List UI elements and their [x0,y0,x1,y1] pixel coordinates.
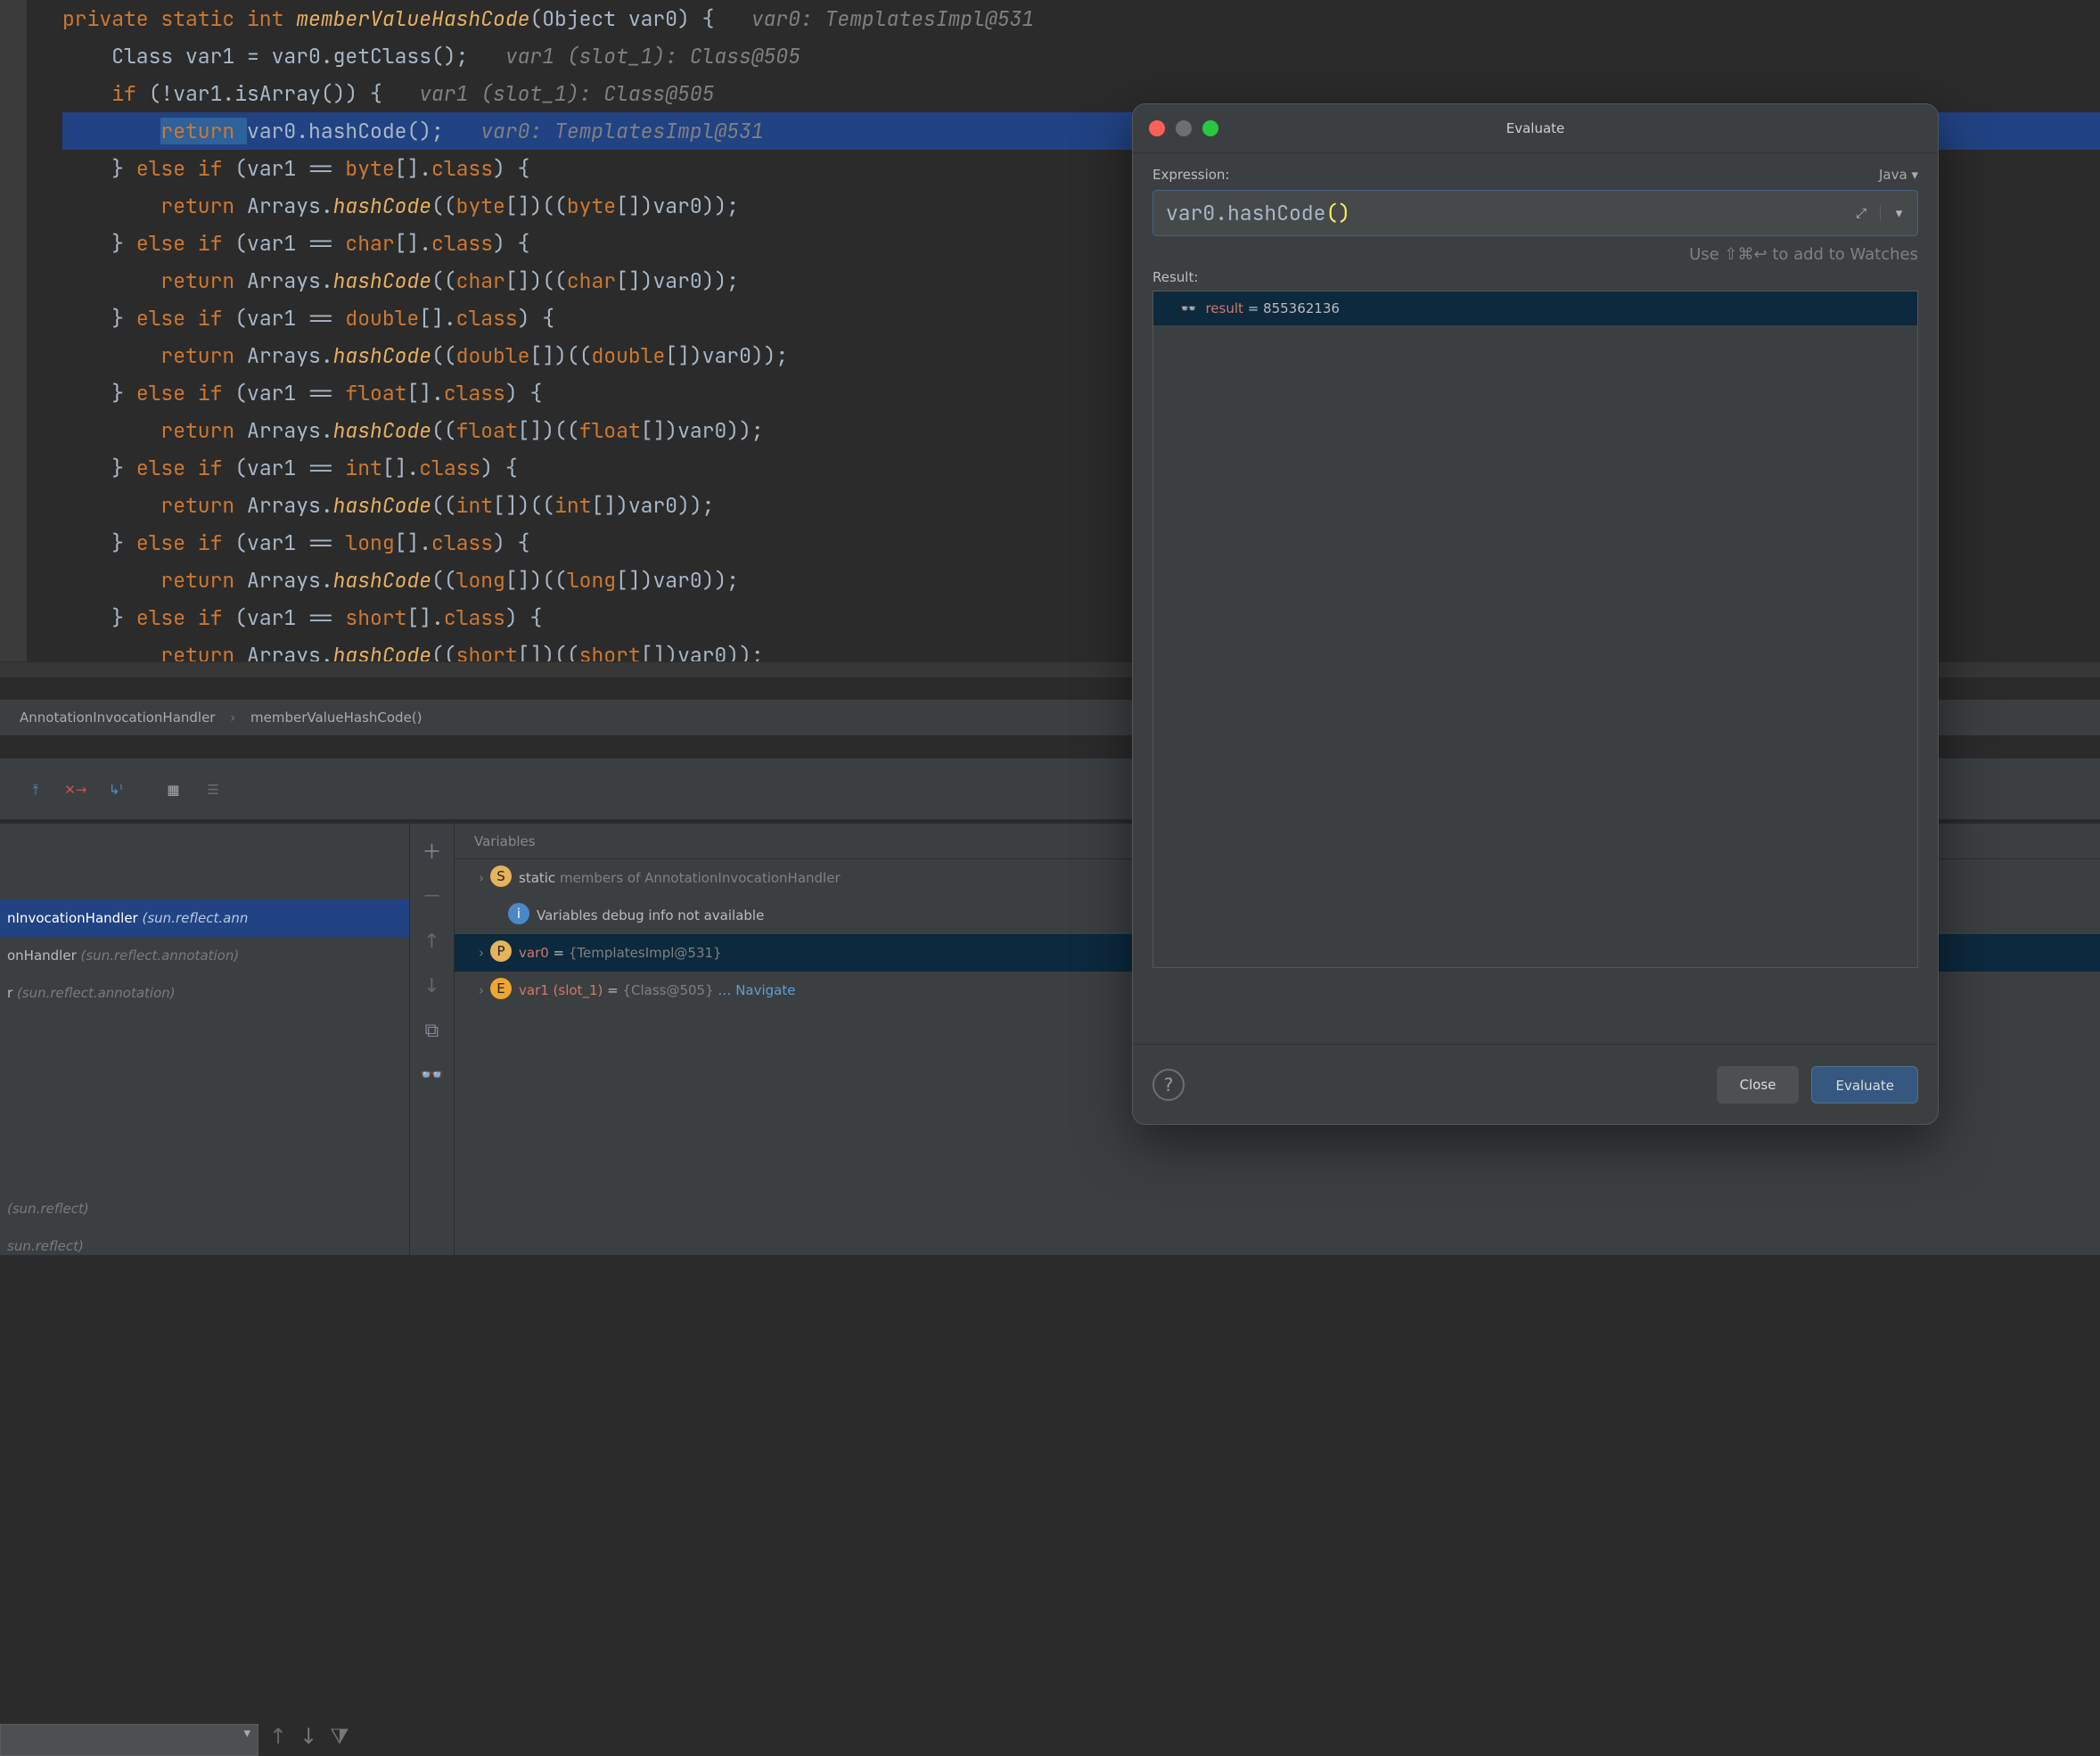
history-dropdown-icon[interactable]: ▾ [1880,205,1917,221]
expression-input[interactable]: var0.hashCode() ⤢ ▾ [1153,190,1918,236]
evaluate-dialog: Evaluate Expression: Java ▾ var0.hashCod… [1132,103,1939,1125]
remove-watch-icon[interactable]: － [410,875,454,920]
copy-icon[interactable]: ⧉ [410,1009,454,1054]
table-icon[interactable]: ▦ [155,759,191,821]
result-label: Result: [1153,269,1918,285]
glasses-inline-icon: 👓 [1180,300,1197,316]
step-icon[interactable]: ⤒ [18,759,53,821]
drop-frame-icon[interactable]: ↳ᴵ [98,759,134,821]
expression-label: Expression: [1153,167,1229,183]
frame-row[interactable]: sun.reflect) [0,1227,409,1255]
breadcrumb-class[interactable]: AnnotationInvocationHandler [20,710,215,726]
expand-icon[interactable]: ⤢ [1842,205,1880,221]
shortcut-hint: Use ⇧⌘↩ to add to Watches [1153,236,1918,264]
zoom-window-icon[interactable] [1202,120,1218,136]
language-selector[interactable]: Java ▾ [1879,167,1918,183]
evaluate-button[interactable]: Evaluate [1811,1066,1918,1104]
dialog-footer: ? Close Evaluate [1133,1044,1938,1124]
breadcrumb-separator: › [230,710,235,726]
glasses-icon[interactable]: 👓 [410,1054,454,1098]
editor-gutter [0,0,27,677]
minimize-window-icon [1176,120,1192,136]
frames-pane: ▾ ↑ ↓ ⧩ nInvocationHandler (sun.reflect.… [0,824,410,1255]
up-icon[interactable]: ↑ [410,920,454,964]
close-window-icon[interactable] [1149,120,1165,136]
frame-row[interactable]: (sun.reflect) [0,1190,409,1227]
down-icon[interactable]: ↓ [410,964,454,1009]
shuffle-icon[interactable]: ✕→ [58,759,94,821]
expression-text: var0.hashCode() [1166,200,1350,226]
dialog-title: Evaluate [1506,120,1565,136]
dialog-titlebar[interactable]: Evaluate [1133,104,1938,153]
frame-row[interactable]: nInvocationHandler (sun.reflect.ann [0,899,409,937]
frame-row[interactable]: r (sun.reflect.annotation) [0,974,409,1012]
variable-side-toolbar: ＋ － ↑ ↓ ⧉ 👓 [410,824,455,1255]
result-row[interactable]: 👓 result = 855362136 [1153,291,1917,325]
help-icon[interactable]: ? [1153,1069,1185,1101]
code-line[interactable]: Class var1 = var0.getClass(); var1 (slot… [62,37,2100,75]
window-controls [1149,120,1218,136]
result-panel[interactable]: 👓 result = 855362136 [1153,291,1918,968]
add-watch-icon[interactable]: ＋ [410,831,454,875]
code-line[interactable]: private static int memberValueHashCode(O… [62,0,2100,37]
frame-row[interactable]: onHandler (sun.reflect.annotation) [0,937,409,974]
settings-icon[interactable]: ☰ [195,759,231,821]
breadcrumb-method[interactable]: memberValueHashCode() [250,710,422,726]
close-button[interactable]: Close [1717,1066,1800,1104]
